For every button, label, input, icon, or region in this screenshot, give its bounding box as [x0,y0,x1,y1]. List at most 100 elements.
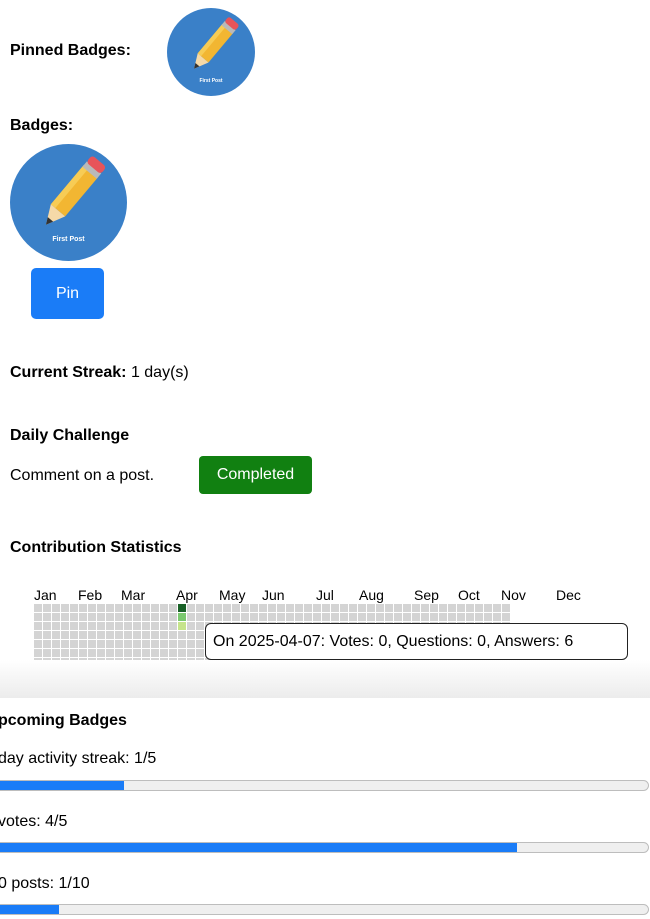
contribution-day-cell[interactable] [61,622,69,630]
contribution-day-cell[interactable] [439,604,447,612]
contribution-day-cell[interactable] [259,604,267,612]
contribution-day-cell[interactable] [79,604,87,612]
contribution-day-cell[interactable] [169,613,177,621]
contribution-day-cell[interactable] [178,640,186,648]
contribution-day-cell[interactable] [97,649,105,657]
contribution-day-cell[interactable] [142,631,150,639]
completed-button[interactable]: Completed [199,456,312,494]
contribution-day-cell[interactable] [34,622,42,630]
contribution-day-cell[interactable] [151,649,159,657]
contribution-day-cell[interactable] [394,604,402,612]
pin-button[interactable]: Pin [31,268,104,319]
contribution-day-cell[interactable] [106,622,114,630]
contribution-day-cell[interactable] [196,640,204,648]
contribution-day-cell[interactable] [241,604,249,612]
contribution-day-cell[interactable] [286,613,294,621]
contribution-day-cell[interactable] [232,613,240,621]
first-post-badge[interactable]: First Post [10,144,127,261]
contribution-day-cell[interactable] [97,631,105,639]
contribution-day-cell[interactable] [187,640,195,648]
contribution-day-cell[interactable] [88,613,96,621]
contribution-day-cell[interactable] [52,649,60,657]
contribution-day-cell[interactable] [187,649,195,657]
contribution-day-cell[interactable] [106,613,114,621]
contribution-day-cell[interactable] [151,604,159,612]
contribution-day-cell[interactable] [52,613,60,621]
contribution-day-cell[interactable] [133,613,141,621]
contribution-day-cell[interactable] [43,613,51,621]
contribution-day-cell[interactable] [439,613,447,621]
contribution-day-cell[interactable] [430,613,438,621]
contribution-day-cell[interactable] [124,631,132,639]
contribution-day-cell[interactable] [97,640,105,648]
contribution-day-cell[interactable] [61,604,69,612]
contribution-day-cell[interactable] [340,604,348,612]
contribution-day-cell[interactable] [43,640,51,648]
contribution-day-cell[interactable] [88,640,96,648]
contribution-day-cell[interactable] [151,622,159,630]
contribution-day-cell[interactable] [61,631,69,639]
contribution-day-cell[interactable] [196,613,204,621]
contribution-day-cell[interactable] [484,613,492,621]
contribution-day-cell[interactable] [52,640,60,648]
contribution-day-cell[interactable] [178,649,186,657]
contribution-day-cell[interactable] [358,613,366,621]
contribution-day-cell[interactable] [124,622,132,630]
contribution-day-cell[interactable] [349,604,357,612]
contribution-day-cell[interactable] [493,604,501,612]
contribution-day-cell[interactable] [133,640,141,648]
contribution-day-cell[interactable] [115,631,123,639]
contribution-day-cell[interactable] [457,604,465,612]
contribution-day-cell[interactable] [196,622,204,630]
contribution-day-cell[interactable] [160,613,168,621]
contribution-day-cell[interactable] [376,604,384,612]
contribution-day-cell[interactable] [97,604,105,612]
contribution-day-cell[interactable] [214,604,222,612]
contribution-day-cell[interactable] [160,649,168,657]
contribution-day-cell[interactable] [43,622,51,630]
contribution-day-cell[interactable] [142,640,150,648]
contribution-day-cell[interactable] [106,604,114,612]
contribution-day-cell[interactable] [160,640,168,648]
contribution-day-cell[interactable] [151,613,159,621]
contribution-day-cell[interactable] [322,613,330,621]
contribution-day-cell[interactable] [34,613,42,621]
contribution-day-cell[interactable] [205,613,213,621]
contribution-day-cell[interactable] [61,649,69,657]
contribution-day-cell[interactable] [88,631,96,639]
contribution-day-cell[interactable] [61,613,69,621]
contribution-day-cell[interactable] [331,613,339,621]
contribution-day-cell[interactable] [493,613,501,621]
contribution-day-cell[interactable] [178,604,186,612]
contribution-day-cell[interactable] [268,604,276,612]
contribution-day-cell[interactable] [88,622,96,630]
contribution-day-cell[interactable] [79,649,87,657]
contribution-day-cell[interactable] [106,640,114,648]
contribution-day-cell[interactable] [313,613,321,621]
contribution-day-cell[interactable] [412,613,420,621]
contribution-day-cell[interactable] [232,604,240,612]
contribution-day-cell[interactable] [394,613,402,621]
contribution-day-cell[interactable] [205,604,213,612]
contribution-day-cell[interactable] [160,631,168,639]
contribution-day-cell[interactable] [79,613,87,621]
contribution-day-cell[interactable] [151,640,159,648]
contribution-day-cell[interactable] [169,649,177,657]
contribution-day-cell[interactable] [367,604,375,612]
contribution-day-cell[interactable] [331,604,339,612]
contribution-day-cell[interactable] [259,613,267,621]
contribution-day-cell[interactable] [304,613,312,621]
contribution-day-cell[interactable] [52,631,60,639]
contribution-day-cell[interactable] [448,604,456,612]
contribution-day-cell[interactable] [250,613,258,621]
contribution-day-cell[interactable] [106,649,114,657]
contribution-day-cell[interactable] [169,604,177,612]
contribution-day-cell[interactable] [97,622,105,630]
contribution-day-cell[interactable] [52,604,60,612]
contribution-day-cell[interactable] [178,631,186,639]
contribution-day-cell[interactable] [340,613,348,621]
contribution-day-cell[interactable] [502,613,510,621]
contribution-day-cell[interactable] [385,604,393,612]
contribution-day-cell[interactable] [385,613,393,621]
contribution-day-cell[interactable] [97,613,105,621]
